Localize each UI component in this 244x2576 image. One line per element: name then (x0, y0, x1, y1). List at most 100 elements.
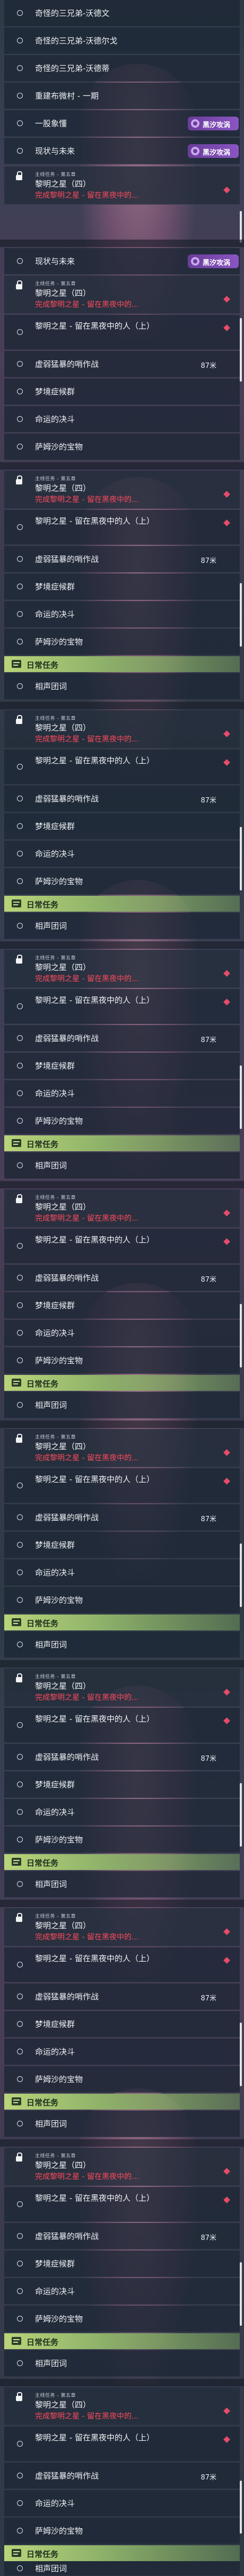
daily-task-item[interactable]: 相声团词 (4, 2561, 240, 2576)
scrollbar[interactable] (240, 211, 242, 243)
quest-step[interactable]: 梦境症候群 (4, 378, 240, 405)
quest-step[interactable]: 虚弱猛暴的哨作战 87米 (4, 2223, 240, 2249)
quest-step[interactable]: 梦境症候群 (4, 2011, 240, 2037)
quest-step[interactable]: 黎明之星 - 留在黑夜中的人（上） (4, 1708, 240, 1743)
quest-step[interactable]: 梦境症候群 (4, 574, 240, 600)
daily-task-header[interactable]: 日常任务 (4, 1135, 240, 1151)
scrollbar[interactable] (240, 1543, 242, 1607)
daily-task-header[interactable]: 日常任务 (4, 1375, 240, 1391)
list-item[interactable]: 奇怪的三兄弟-沃德文 (4, 0, 240, 27)
quest-header[interactable]: 主线任务 - 第五章 黎明之星（四） 完成黎明之星 - 留在黑夜中的... (4, 950, 240, 988)
quest-step[interactable]: 虚弱猛暴的哨作战 87米 (4, 1265, 240, 1291)
scrollbar[interactable] (240, 2262, 242, 2326)
quest-step[interactable]: 梦境症候群 (4, 1532, 240, 1558)
scrollbar[interactable] (240, 827, 242, 890)
quest-step[interactable]: 梦境症候群 (4, 813, 240, 840)
quest-step[interactable]: 虚弱猛暴的哨作战 87米 (4, 1504, 240, 1531)
quest-step[interactable]: 虚弱猛暴的哨作战 87米 (4, 546, 240, 572)
scrollbar[interactable] (240, 1783, 242, 1847)
quest-step[interactable]: 梦境症候群 (4, 1292, 240, 1319)
circle-icon (17, 1881, 23, 1887)
quest-header[interactable]: 主线任务 - 第五章 黎明之星（四） 完成黎明之星 - 留在黑夜中的... (4, 471, 240, 509)
list-item[interactable]: 奇怪的三兄弟-沃德蒂 (4, 55, 240, 82)
quest-step[interactable]: 萨姆沙的宝物 (4, 2066, 240, 2093)
quest-step[interactable]: 萨姆沙的宝物 (4, 1108, 240, 1134)
quest-step[interactable]: 命运的决斗 (4, 2490, 240, 2517)
quest-step[interactable]: 黎明之星 - 留在黑夜中的人（上） (4, 1229, 240, 1264)
quest-step[interactable]: 命运的决斗 (4, 2039, 240, 2065)
scrollbar[interactable] (240, 583, 242, 647)
quest-step[interactable]: 虚弱猛暴的哨作战 87米 (4, 351, 240, 377)
quest-step[interactable]: 虚弱猛暴的哨作战 87米 (4, 1744, 240, 1770)
quest-header[interactable]: 主线任务 - 第五章 黎明之星（四） 完成黎明之星 - 留在黑夜中的... (4, 2387, 240, 2425)
quest-step[interactable]: 梦境症候群 (4, 1053, 240, 1079)
daily-task-item[interactable]: 相声团词 (4, 2350, 240, 2377)
quest-header[interactable]: 主线任务 - 第五章 黎明之星（四） 完成黎明之星 - 留在黑夜中的... (4, 1189, 240, 1228)
quest-step[interactable]: 命运的决斗 (4, 1559, 240, 1586)
scrollbar[interactable] (240, 1304, 242, 1368)
daily-task-header[interactable]: 日常任务 (4, 656, 240, 672)
quest-step[interactable]: 命运的决斗 (4, 1799, 240, 1825)
list-item[interactable]: 奇怪的三兄弟-沃德尔戈 (4, 28, 240, 54)
quest-step[interactable]: 黎明之星 - 留在黑夜中的人（上） (4, 2187, 240, 2222)
event-pill-button[interactable]: 黑汐攻涡 (188, 117, 239, 130)
daily-task-item[interactable]: 相声团词 (4, 673, 240, 700)
quest-header[interactable]: 主线任务 - 第五章 黎明之星（四） 完成黎明之星 - 留在黑夜中的... (4, 276, 240, 314)
scrollbar[interactable] (240, 318, 242, 382)
quest-step[interactable]: 命运的决斗 (4, 841, 240, 867)
quest-step[interactable]: 黎明之星 - 留在黑夜中的人（上） (4, 510, 240, 545)
event-pill-button[interactable]: 黑汐攻涡 (188, 144, 239, 158)
scrollbar[interactable] (240, 2481, 242, 2534)
quest-step[interactable]: 萨姆沙的宝物 (4, 2518, 240, 2544)
quest-step[interactable]: 梦境症候群 (4, 1771, 240, 1798)
quest-step[interactable]: 虚弱猛暴的哨作战 87米 (4, 1025, 240, 1052)
quest-step[interactable]: 黎明之星 - 留在黑夜中的人（上） (4, 315, 240, 350)
scrollbar[interactable] (240, 2023, 242, 2086)
quest-header[interactable]: 主线任务 - 第五章 黎明之星（四） 完成黎明之星 - 留在黑夜中的... (4, 1429, 240, 1467)
daily-task-header[interactable]: 日常任务 (4, 896, 240, 912)
daily-task-header[interactable]: 日常任务 (4, 2333, 240, 2349)
circle-icon (17, 1962, 23, 1968)
event-pill-button[interactable]: 黑汐攻涡 (188, 254, 239, 268)
quest-step[interactable]: 命运的决斗 (4, 406, 240, 433)
quest-step[interactable]: 黎明之星 - 留在黑夜中的人（上） (4, 1468, 240, 1503)
scrollbar[interactable] (240, 1065, 242, 1129)
quest-header[interactable]: 主线任务 - 第五章 黎明之星（四） 完成黎明之星 - 留在黑夜中的... (4, 710, 240, 748)
quest-step[interactable]: 萨姆沙的宝物 (4, 629, 240, 655)
daily-task-header[interactable]: 日常任务 (4, 2545, 240, 2561)
marker-icon (223, 491, 230, 498)
quest-step[interactable]: 萨姆沙的宝物 (4, 2306, 240, 2332)
quest-step[interactable]: 萨姆沙的宝物 (4, 1827, 240, 1853)
quest-step[interactable]: 萨姆沙的宝物 (4, 434, 240, 460)
quest-step[interactable]: 梦境症候群 (4, 2251, 240, 2277)
daily-task-item[interactable]: 相声团词 (4, 2111, 240, 2137)
daily-task-item[interactable]: 相声团词 (4, 1152, 240, 1179)
quest-step[interactable]: 萨姆沙的宝物 (4, 1587, 240, 1613)
quest-step[interactable]: 虚弱猛暴的哨作战 87米 (4, 2463, 240, 2489)
daily-task-item[interactable]: 相声团词 (4, 1631, 240, 1658)
quest-step[interactable]: 黎明之星 - 留在黑夜中的人（上） (4, 749, 240, 784)
daily-task-header[interactable]: 日常任务 (4, 1854, 240, 1870)
quest-step[interactable]: 萨姆沙的宝物 (4, 1347, 240, 1374)
lock-icon (16, 2152, 22, 2162)
daily-task-header[interactable]: 日常任务 (4, 2094, 240, 2110)
quest-header[interactable]: 主线任务 - 第五章 黎明之星（四） 完成黎明之星 - 留在黑夜中的... (4, 1669, 240, 1707)
quest-step[interactable]: 虚弱猛暴的哨作战 87米 (4, 1983, 240, 2010)
quest-step[interactable]: 黎明之星 - 留在黑夜中的人（上） (4, 2427, 240, 2462)
quest-step[interactable]: 命运的决斗 (4, 601, 240, 628)
quest-header[interactable]: 主线任务 - 第五章 黎明之星（四） 完成黎明之星 - 留在黑夜中的... (4, 1908, 240, 1946)
quest-step[interactable]: 命运的决斗 (4, 1080, 240, 1107)
quest-step[interactable]: 虚弱猛暴的哨作战 87米 (4, 786, 240, 812)
list-item[interactable]: 重建布微村 - 一期 (4, 83, 240, 109)
quest-step[interactable]: 萨姆沙的宝物 (4, 868, 240, 895)
quest-header[interactable]: 主线任务 - 第五章 黎明之星（四） 完成黎明之星 - 留在黑夜中的... (4, 166, 240, 205)
quest-step[interactable]: 命运的决斗 (4, 2278, 240, 2305)
quest-step[interactable]: 黎明之星 - 留在黑夜中的人（上） (4, 989, 240, 1024)
daily-task-item[interactable]: 相声团词 (4, 913, 240, 939)
quest-step[interactable]: 命运的决斗 (4, 1320, 240, 1346)
daily-task-header[interactable]: 日常任务 (4, 1615, 240, 1630)
daily-task-item[interactable]: 相声团词 (4, 1871, 240, 1898)
daily-task-item[interactable]: 相声团词 (4, 1392, 240, 1418)
quest-header[interactable]: 主线任务 - 第五章 黎明之星（四） 完成黎明之星 - 留在黑夜中的... (4, 2148, 240, 2186)
quest-step[interactable]: 黎明之星 - 留在黑夜中的人（上） (4, 1947, 240, 1982)
